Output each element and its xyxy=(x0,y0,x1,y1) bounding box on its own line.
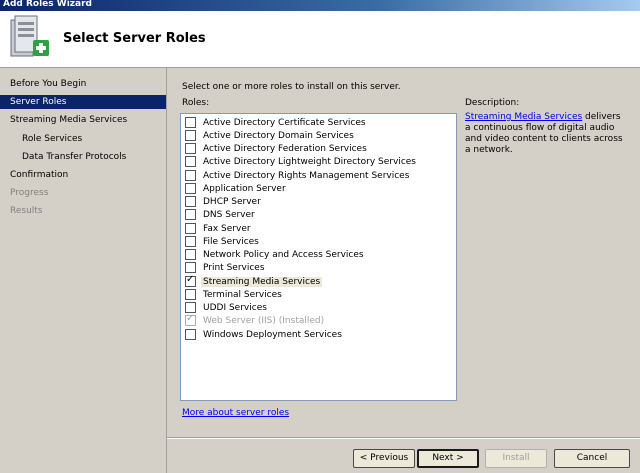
step-progress: Progress xyxy=(10,188,49,198)
checkbox[interactable] xyxy=(185,130,196,141)
checkbox[interactable] xyxy=(185,170,196,181)
checkbox[interactable] xyxy=(185,249,196,260)
role-item[interactable]: Active Directory Federation Services xyxy=(185,142,367,155)
role-label: Application Server xyxy=(203,183,286,194)
role-item-installed: Web Server (IIS) (Installed) xyxy=(185,313,325,327)
role-label: Active Directory Federation Services xyxy=(203,143,367,154)
role-item[interactable]: Network Policy and Access Services xyxy=(185,248,364,261)
title-bar: Add Roles Wizard xyxy=(0,0,640,11)
checkbox[interactable] xyxy=(185,223,196,234)
checkbox-checked[interactable] xyxy=(185,274,196,287)
description-label: Description: xyxy=(465,98,520,108)
role-item[interactable]: UDDI Services xyxy=(185,301,267,314)
role-label: Windows Deployment Services xyxy=(203,329,342,340)
step-before-you-begin[interactable]: Before You Begin xyxy=(0,77,166,91)
role-label: Fax Server xyxy=(203,223,251,234)
role-item[interactable]: Active Directory Certificate Services xyxy=(185,116,366,129)
checkbox-disabled xyxy=(185,313,196,326)
instruction-text: Select one or more roles to install on t… xyxy=(182,82,401,92)
role-item[interactable]: Windows Deployment Services xyxy=(185,328,342,341)
install-button: Install xyxy=(485,449,547,468)
role-label: Active Directory Rights Management Servi… xyxy=(203,170,410,181)
role-label: UDDI Services xyxy=(203,302,267,313)
step-results: Results xyxy=(10,206,43,216)
role-label: DNS Server xyxy=(203,209,255,220)
more-about-server-roles-link[interactable]: More about server roles xyxy=(182,408,289,418)
role-item[interactable]: File Services xyxy=(185,235,259,248)
checkbox[interactable] xyxy=(185,209,196,220)
role-item-selected[interactable]: Streaming Media Services xyxy=(185,274,323,288)
role-item[interactable]: Active Directory Lightweight Directory S… xyxy=(185,155,416,168)
step-confirmation[interactable]: Confirmation xyxy=(0,168,166,182)
role-label: Terminal Services xyxy=(203,289,282,300)
checkbox[interactable] xyxy=(185,183,196,194)
role-item[interactable]: Print Services xyxy=(185,261,265,274)
page-title: Select Server Roles xyxy=(63,31,206,46)
checkbox[interactable] xyxy=(185,329,196,340)
checkbox[interactable] xyxy=(185,156,196,167)
role-item[interactable]: Fax Server xyxy=(185,222,251,235)
server-add-icon xyxy=(10,15,49,57)
role-item[interactable]: Active Directory Rights Management Servi… xyxy=(185,169,409,182)
wizard-steps-sidebar: Before You Begin Server Roles Streaming … xyxy=(0,68,167,473)
roles-list[interactable]: Active Directory Certificate Services Ac… xyxy=(180,113,457,401)
step-streaming-media-services[interactable]: Streaming Media Services xyxy=(0,113,166,127)
checkbox[interactable] xyxy=(185,302,196,313)
role-label: DHCP Server xyxy=(203,196,261,207)
checkbox[interactable] xyxy=(185,143,196,154)
window-title: Add Roles Wizard xyxy=(3,0,92,9)
description-text: Streaming Media Services delivers a cont… xyxy=(465,112,625,156)
checkbox[interactable] xyxy=(185,289,196,300)
step-server-roles[interactable]: Server Roles xyxy=(0,95,166,109)
role-label: File Services xyxy=(203,236,259,247)
role-label: Streaming Media Services xyxy=(201,276,323,287)
role-label: Active Directory Domain Services xyxy=(203,130,354,141)
checkbox[interactable] xyxy=(185,196,196,207)
role-item[interactable]: DNS Server xyxy=(185,208,255,221)
description-link[interactable]: Streaming Media Services xyxy=(465,112,582,122)
role-label: Network Policy and Access Services xyxy=(203,249,364,260)
main-panel: Select one or more roles to install on t… xyxy=(167,68,640,473)
checkbox[interactable] xyxy=(185,262,196,273)
footer-divider xyxy=(167,437,640,439)
checkbox[interactable] xyxy=(185,117,196,128)
next-button[interactable]: Next > xyxy=(417,449,479,468)
previous-button[interactable]: < Previous xyxy=(353,449,415,468)
step-data-transfer-protocols[interactable]: Data Transfer Protocols xyxy=(0,150,166,164)
step-role-services[interactable]: Role Services xyxy=(0,132,166,146)
role-item[interactable]: Active Directory Domain Services xyxy=(185,129,354,142)
role-item[interactable]: DHCP Server xyxy=(185,195,261,208)
checkbox[interactable] xyxy=(185,236,196,247)
role-label: Active Directory Lightweight Directory S… xyxy=(203,156,416,167)
wizard-header: Select Server Roles xyxy=(0,11,640,68)
role-item[interactable]: Terminal Services xyxy=(185,288,282,301)
role-label: Print Services xyxy=(203,262,265,273)
cancel-button[interactable]: Cancel xyxy=(554,449,630,468)
role-item[interactable]: Application Server xyxy=(185,182,286,195)
roles-label: Roles: xyxy=(182,98,210,108)
role-label: Active Directory Certificate Services xyxy=(203,117,366,128)
role-label: Web Server (IIS) (Installed) xyxy=(203,315,325,326)
